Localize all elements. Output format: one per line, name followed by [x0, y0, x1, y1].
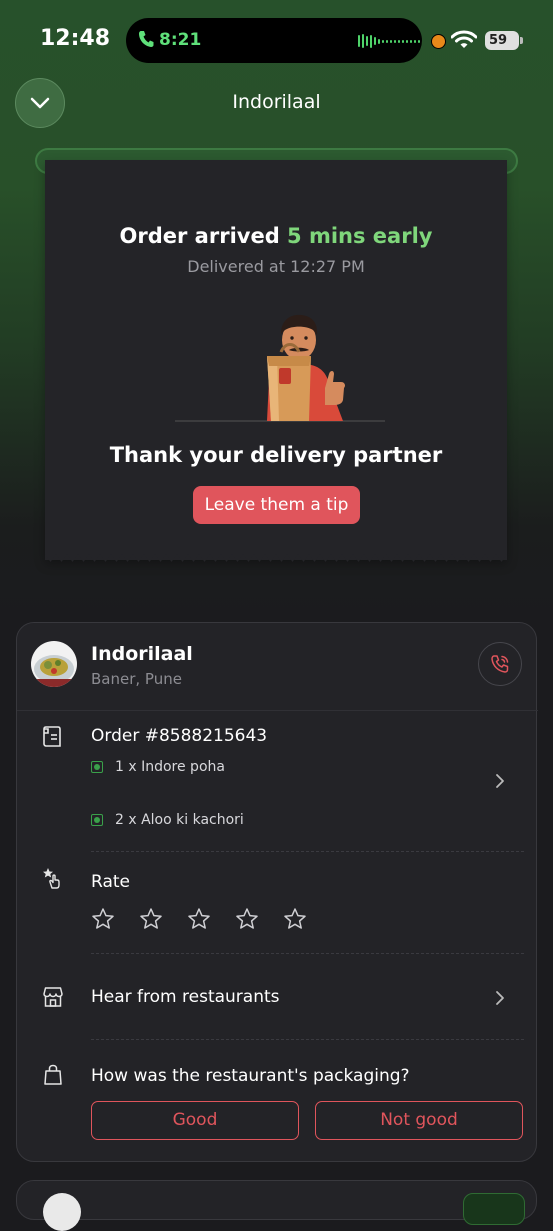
receipt-icon — [41, 725, 65, 753]
phone-icon — [138, 30, 154, 52]
delivered-time: Delivered at 12:27 PM — [187, 257, 365, 276]
page-title: Indorilaal — [232, 91, 321, 113]
hear-from-restaurants-label[interactable]: Hear from restaurants — [91, 987, 280, 1007]
packaging-good-button[interactable]: Good — [91, 1101, 299, 1140]
packaging-question: How was the restaurant's packaging? — [91, 1066, 410, 1086]
divider — [91, 953, 524, 954]
veg-icon — [91, 814, 103, 826]
restaurant-name: Indorilaal — [91, 643, 193, 665]
call-duration: 8:21 — [159, 30, 202, 50]
order-details-chevron-icon[interactable] — [495, 773, 505, 793]
order-item-text: 1 x Indore poha — [115, 759, 225, 775]
phone-icon — [491, 655, 509, 673]
delivery-partner-illustration — [175, 308, 385, 430]
rating-stars — [91, 907, 307, 931]
order-item: 2 x Aloo ki kachori — [91, 812, 244, 828]
rating-star-icon[interactable] — [91, 907, 115, 931]
restaurant-avatar — [31, 641, 77, 687]
restaurant-location: Baner, Pune — [91, 670, 182, 688]
store-icon — [41, 985, 65, 1013]
order-details-card: Indorilaal Baner, Pune Order #8588215643… — [16, 622, 538, 1162]
divider — [91, 1039, 524, 1040]
leave-tip-button[interactable]: Leave them a tip — [193, 486, 360, 524]
rating-star-icon[interactable] — [187, 907, 211, 931]
next-card-action-button[interactable] — [463, 1193, 525, 1225]
partner-avatar — [43, 1193, 81, 1231]
receipt-torn-edge — [45, 548, 507, 562]
battery-indicator: 59 — [485, 31, 519, 50]
hear-chevron-icon[interactable] — [495, 990, 505, 1010]
order-item: 1 x Indore poha — [91, 759, 225, 775]
rate-tap-icon — [41, 867, 65, 895]
thank-partner-title: Thank your delivery partner — [109, 443, 443, 467]
battery-tip — [520, 37, 523, 44]
recording-dot-icon — [431, 34, 446, 49]
status-time: 12:48 — [40, 26, 111, 51]
divider — [91, 851, 524, 852]
arrival-early-highlight: 5 mins early — [287, 224, 433, 248]
arrival-prefix: Order arrived — [119, 224, 280, 248]
rating-star-icon[interactable] — [235, 907, 259, 931]
order-item-text: 2 x Aloo ki kachori — [115, 812, 244, 828]
rating-star-icon[interactable] — [283, 907, 307, 931]
veg-icon — [91, 761, 103, 773]
rating-star-icon[interactable] — [139, 907, 163, 931]
call-restaurant-button[interactable] — [478, 642, 522, 686]
packaging-not-good-button[interactable]: Not good — [315, 1101, 523, 1140]
wifi-icon — [450, 30, 478, 54]
order-number: Order #8588215643 — [91, 726, 268, 746]
arrival-status: Order arrived 5 mins early — [45, 224, 507, 248]
next-card — [16, 1180, 537, 1231]
audio-wave-icon — [358, 34, 420, 48]
divider — [17, 710, 538, 711]
rate-label: Rate — [91, 872, 130, 892]
bag-icon — [41, 1063, 65, 1091]
delivery-receipt: Order arrived 5 mins early Delivered at … — [45, 160, 507, 560]
dynamic-island[interactable]: 8:21 — [126, 18, 422, 63]
